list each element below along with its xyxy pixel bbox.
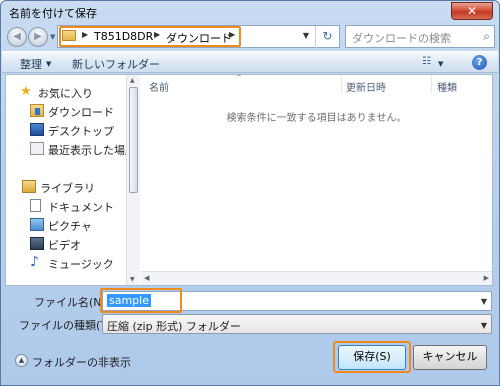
address-dropdown-icon[interactable]: ▼: [303, 31, 309, 40]
nav-item-label: デスクトップ: [48, 125, 114, 138]
hide-folders-label[interactable]: フォルダーの非表示: [32, 354, 131, 370]
scroll-right-icon[interactable]: ▶: [484, 274, 489, 282]
downloads-folder-icon: [30, 104, 44, 117]
nav-item-label: ドキュメント: [48, 201, 114, 214]
column-header-date-modified[interactable]: 更新日時: [346, 79, 386, 94]
forward-button[interactable]: ▶: [28, 27, 48, 47]
filetype-label: ファイルの種類(T):: [19, 319, 116, 332]
address-bar[interactable]: ▶ T851D8DR ▶ ダウンロード ▶ ▼ ↻: [57, 25, 340, 49]
star-icon: ★: [20, 84, 32, 99]
scroll-down-icon[interactable]: ▼: [130, 276, 135, 283]
new-folder-button[interactable]: 新しいフォルダー: [72, 56, 160, 72]
nav-item-downloads[interactable]: ダウンロード: [6, 102, 126, 120]
filename-highlight: [100, 288, 182, 313]
horizontal-scrollbar[interactable]: ◀ ▶: [141, 271, 492, 285]
navigation-row: ◀ ▶ ▼ ▶ T851D8DR ▶ ダウンロード ▶ ▼ ↻ ダウンロードの検…: [5, 25, 495, 49]
navigation-scrollbar[interactable]: ▲ ▼: [126, 75, 140, 285]
refresh-icon[interactable]: ↻: [315, 26, 339, 49]
nav-item-favorites[interactable]: ★ お気に入り: [6, 83, 126, 101]
nav-item-desktop[interactable]: デスクトップ: [6, 121, 126, 139]
views-dropdown-icon[interactable]: ▼: [438, 60, 443, 68]
views-icon[interactable]: ☷: [422, 56, 434, 68]
filetype-select[interactable]: 圧縮 (zip 形式) フォルダー ▼: [102, 314, 492, 334]
column-divider[interactable]: [341, 75, 342, 93]
back-button[interactable]: ◀: [7, 27, 27, 47]
column-header-name[interactable]: 名前: [149, 79, 169, 94]
browser-pane: ★ お気に入り ダウンロード デスクトップ 最近表示した場所 ライブラリ: [5, 74, 493, 286]
nav-item-label: ピクチャ: [48, 220, 92, 233]
nav-item-label: ビデオ: [48, 239, 81, 252]
organize-dropdown-icon[interactable]: ▼: [46, 60, 51, 68]
nav-item-music[interactable]: ♪ ミュージック: [6, 254, 126, 272]
search-placeholder: ダウンロードの検索: [352, 32, 451, 45]
column-header-type[interactable]: 種類: [437, 79, 457, 94]
nav-item-label: ライブラリ: [40, 182, 95, 195]
file-list: 名前 ^ 更新日時 種類 検索条件に一致する項目はありません。 ◀ ▶: [141, 74, 492, 285]
search-box[interactable]: ダウンロードの検索 ⌕: [345, 25, 495, 48]
recent-pages-dropdown-icon[interactable]: ▼: [50, 33, 55, 41]
videos-icon: [30, 237, 44, 250]
scrollbar-thumb[interactable]: [129, 87, 138, 193]
recent-places-icon: [30, 142, 44, 155]
nav-item-libraries[interactable]: ライブラリ: [6, 178, 126, 196]
collapse-icon[interactable]: ▲: [15, 354, 28, 367]
nav-item-pictures[interactable]: ピクチャ: [6, 216, 126, 234]
scroll-left-icon[interactable]: ◀: [144, 274, 149, 282]
nav-item-label: ダウンロード: [48, 106, 114, 119]
close-button[interactable]: ✕: [451, 2, 493, 20]
nav-item-documents[interactable]: ドキュメント: [6, 197, 126, 215]
organize-menu[interactable]: 整理: [20, 56, 42, 72]
desktop-icon: [30, 123, 44, 136]
documents-icon: [30, 199, 41, 212]
libraries-icon: [22, 180, 36, 193]
title-bar: 名前を付けて保存 ✕: [1, 1, 499, 23]
save-as-dialog: 名前を付けて保存 ✕ ◀ ▶ ▼ ▶ T851D8DR ▶ ダウンロード ▶ ▼…: [0, 0, 500, 386]
search-icon[interactable]: ⌕: [483, 29, 490, 44]
empty-message: 検索条件に一致する項目はありません。: [226, 113, 407, 124]
filename-dropdown-icon[interactable]: ▼: [481, 297, 487, 306]
window-title: 名前を付けて保存: [9, 7, 97, 20]
nav-item-label: 最近表示した場所: [48, 144, 126, 157]
cancel-button[interactable]: キャンセル: [413, 345, 487, 370]
navigation-pane: ★ お気に入り ダウンロード デスクトップ 最近表示した場所 ライブラリ: [6, 75, 126, 285]
music-icon: ♪: [30, 254, 39, 270]
pictures-icon: [30, 218, 44, 231]
filetype-dropdown-icon[interactable]: ▼: [481, 321, 487, 330]
scroll-up-icon[interactable]: ▲: [130, 77, 135, 84]
nav-item-label: お気に入り: [38, 87, 93, 100]
nav-item-label: ミュージック: [48, 258, 114, 271]
save-button[interactable]: 保存(S): [338, 345, 406, 370]
help-icon[interactable]: ?: [472, 55, 487, 70]
sort-indicator-icon: ^: [236, 74, 242, 82]
address-highlight: [59, 26, 241, 47]
command-toolbar: 整理 ▼ 新しいフォルダー ☷ ▼ ?: [2, 51, 498, 73]
column-divider[interactable]: [431, 75, 432, 93]
nav-item-videos[interactable]: ビデオ: [6, 235, 126, 253]
filename-label: ファイル名(N):: [34, 296, 110, 309]
filetype-value: 圧縮 (zip 形式) フォルダー: [107, 320, 241, 333]
nav-item-recent-places[interactable]: 最近表示した場所: [6, 140, 126, 158]
